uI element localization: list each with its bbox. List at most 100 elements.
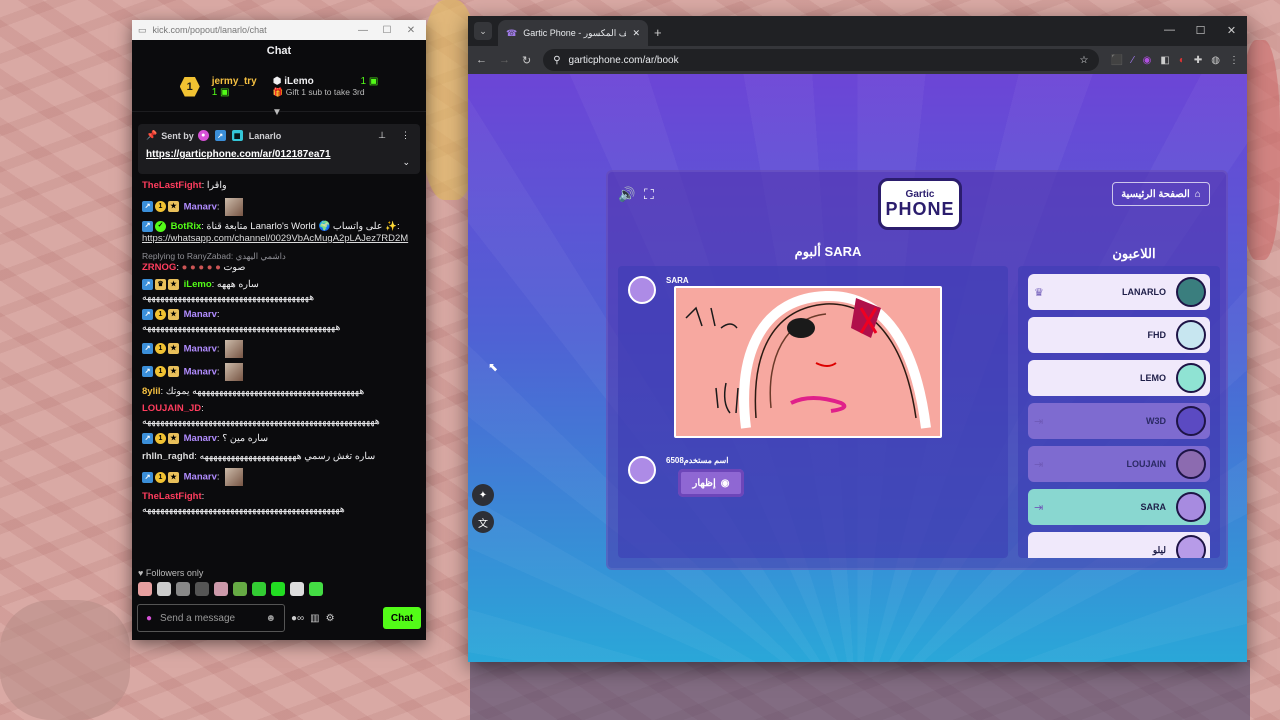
mod-badge-icon: ↗: [142, 220, 153, 232]
settings-icon[interactable]: ⚙: [326, 613, 335, 624]
close-tab-icon[interactable]: ✕: [632, 28, 640, 39]
chat-message: TheLastFight: واقرا: [142, 180, 227, 191]
message-input[interactable]: ● Send a message ☻: [137, 604, 285, 632]
tab-search-button[interactable]: ⌄: [474, 22, 492, 40]
chat-link[interactable]: https://whatsapp.com/channel/0029VbAcMug…: [142, 233, 408, 244]
extension-icon[interactable]: ◧: [1160, 55, 1169, 66]
vip-badge-icon: ★: [168, 309, 179, 321]
mod-badge-icon: ↗: [214, 130, 226, 141]
emote-button[interactable]: [252, 582, 266, 596]
player-avatar: [1176, 492, 1206, 522]
menu-icon[interactable]: ⋮: [1229, 55, 1239, 66]
extension-icon[interactable]: ◉: [1143, 55, 1152, 66]
back-icon[interactable]: ←: [476, 54, 487, 66]
chat-messages: TheLastFight: واقرا ↗ 1 ★ Manarv: ↗ ✓ BotRi…: [132, 180, 426, 516]
emote-button[interactable]: [290, 582, 304, 596]
show-button[interactable]: إظهار ◉: [678, 469, 744, 497]
gifter-name[interactable]: jermy_try: [212, 76, 257, 87]
player-row[interactable]: ليلو: [1028, 532, 1210, 558]
chat-username[interactable]: TheLastFight: [142, 180, 202, 191]
emoji-icon[interactable]: ☻: [265, 613, 276, 624]
emote-button[interactable]: [309, 582, 323, 596]
chat-username[interactable]: Manarv: [184, 309, 217, 320]
chat-username[interactable]: Manarv: [184, 366, 217, 377]
player-row[interactable]: FHD: [1028, 317, 1210, 353]
minimize-button[interactable]: —: [1154, 16, 1185, 44]
chat-username[interactable]: Manarv: [184, 201, 217, 212]
chat-text: ههههههههههههههههههههههههههههههههههههههه …: [165, 385, 365, 397]
emote-button[interactable]: [214, 582, 228, 596]
chat-message: ↗ ♛ ★ iLemo: ساره هههه ههههههههههههههههههه…: [142, 279, 315, 303]
chat-username[interactable]: ZRNOG: [142, 262, 176, 273]
address-bar[interactable]: ⚲ garticphone.com/ar/book ☆: [543, 49, 1099, 71]
show-label: إظهار: [692, 477, 716, 489]
player-row[interactable]: LEMO: [1028, 360, 1210, 396]
players-list: ♛ LANARLO FHD LEMO ⇥ W3D ⇥ LOUJAIN ⇥ SAR…: [1018, 266, 1220, 558]
puzzle-icon[interactable]: ✚: [1194, 55, 1202, 66]
gifter-name[interactable]: iLemo: [284, 76, 313, 87]
browser-tab[interactable]: ☎ Gartic Phone - الهاتف المكسور ✕: [498, 20, 648, 46]
chat-username[interactable]: TheLastFight: [142, 491, 202, 502]
emote-button[interactable]: [176, 582, 190, 596]
player-row[interactable]: ⇥ W3D: [1028, 403, 1210, 439]
mic-icon[interactable]: ●: [146, 613, 152, 624]
eye-icon: ◉: [720, 477, 730, 489]
send-chat-button[interactable]: Chat: [383, 607, 421, 629]
close-button[interactable]: ✕: [1216, 16, 1247, 44]
mod-badge-icon: ↗: [142, 309, 153, 321]
sparkle-icon[interactable]: ✦: [472, 484, 494, 506]
pinned-link[interactable]: https://garticphone.com/ar/012187ea71: [146, 149, 412, 160]
fullscreen-icon[interactable]: ⛶: [644, 186, 654, 203]
extension-icon[interactable]: ⁄: [1132, 55, 1134, 66]
pinned-user[interactable]: Lanarlo: [249, 131, 282, 141]
player-row[interactable]: ⇥ SARA: [1028, 489, 1210, 525]
emote-button[interactable]: [195, 582, 209, 596]
forward-icon[interactable]: →: [499, 54, 510, 66]
home-button[interactable]: ⌂ الصفحة الرئيسية: [1112, 182, 1210, 206]
kicks-icon[interactable]: ●∞: [291, 613, 304, 624]
store-icon[interactable]: ▥: [310, 613, 319, 624]
chat-username[interactable]: Manarv: [184, 343, 217, 354]
minimize-button[interactable]: —: [354, 25, 372, 36]
sound-icon[interactable]: 🔊: [618, 186, 635, 203]
chat-username[interactable]: Manarv: [184, 472, 217, 483]
chat-url: kick.com/popout/lanarlo/chat: [152, 25, 267, 35]
chat-username[interactable]: BotRix: [171, 221, 202, 232]
favicon-icon: ☎: [506, 27, 518, 38]
profile-icon[interactable]: ◍: [1211, 55, 1220, 66]
reply-context[interactable]: Replying to RanyZabad: داشمي اليهدي: [142, 251, 416, 262]
chat-username[interactable]: rhlln_raghd: [142, 451, 194, 462]
chat-username[interactable]: iLemo: [184, 279, 212, 290]
chat-text: هههههههههههههههههههههههههههههههههههههههه…: [142, 321, 341, 333]
maximize-button[interactable]: ☐: [378, 25, 396, 36]
site-info-icon[interactable]: ⚲: [553, 55, 560, 66]
quick-emotes: [138, 582, 323, 596]
player-row[interactable]: ⇥ LOUJAIN: [1028, 446, 1210, 482]
maximize-button[interactable]: ☐: [1185, 16, 1216, 44]
emote-button[interactable]: [138, 582, 152, 596]
player-name: ليلو: [1152, 544, 1166, 555]
bookmark-star-icon[interactable]: ☆: [1080, 55, 1089, 66]
chat-header: Chat: [266, 45, 292, 57]
emote-button[interactable]: [157, 582, 171, 596]
followers-only-notice: ♥ Followers only: [138, 568, 204, 578]
chat-username[interactable]: Manarv: [184, 433, 217, 444]
new-tab-button[interactable]: +: [654, 20, 662, 46]
unpin-icon[interactable]: ⊥: [378, 130, 386, 141]
chevron-down-icon[interactable]: ⌄: [402, 157, 410, 168]
player-row[interactable]: ♛ LANARLO: [1028, 274, 1210, 310]
chat-username[interactable]: LOUJAIN_JD: [142, 403, 201, 414]
more-icon[interactable]: ⋮: [401, 130, 410, 141]
close-button[interactable]: ✕: [402, 25, 420, 36]
chat-username[interactable]: 8ylil: [142, 386, 161, 397]
reload-icon[interactable]: ↻: [522, 54, 531, 67]
translate-icon[interactable]: 文: [472, 511, 494, 533]
extension-icon[interactable]: ◐: [1179, 55, 1185, 66]
emote-button[interactable]: [233, 582, 247, 596]
tab-strip: ⌄ ☎ Gartic Phone - الهاتف المكسور ✕ + — …: [468, 16, 1247, 46]
page-icon: ▭: [138, 24, 147, 35]
collapse-icon[interactable]: ▼: [272, 107, 282, 118]
emote-button[interactable]: [271, 582, 285, 596]
emote-image: [225, 197, 244, 216]
extension-icon[interactable]: ⬛: [1111, 55, 1123, 66]
